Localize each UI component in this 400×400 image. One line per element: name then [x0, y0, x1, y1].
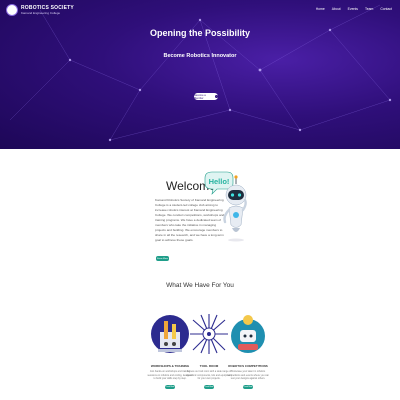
hero-subtitle: Become Robotics Innovator: [163, 53, 237, 59]
robot-mascot-illustration: Hello!: [204, 171, 247, 242]
nav-item-events[interactable]: Events: [348, 7, 358, 11]
nav-item-team[interactable]: Team: [365, 7, 373, 11]
chevron-right-icon: ›: [215, 95, 218, 98]
brand-name: ROBOTICS SOCIETY: [21, 4, 74, 11]
tool-room-illustration: [189, 312, 229, 358]
become-member-label: Become a Member: [194, 93, 206, 100]
brand-text: ROBOTICS SOCIETY Kamand Engineering Coll…: [21, 4, 74, 15]
workshop-scene-icon: [151, 315, 189, 353]
brand-logo[interactable]: ROBOTICS SOCIETY Kamand Engineering Coll…: [6, 4, 74, 16]
nav-item-about[interactable]: About: [332, 7, 341, 11]
nav-item-contact[interactable]: Contact: [380, 7, 392, 11]
card-description: Showcase your talent in robotics competi…: [227, 370, 269, 381]
know-more-button[interactable]: Know More: [156, 256, 169, 261]
competition-illustration: [228, 312, 268, 358]
workshop-illustration: [150, 312, 190, 358]
card-title: ROBOTICS COMPETITIONS: [228, 364, 268, 368]
offerings-title: What We Have For You: [166, 282, 234, 289]
card-competitions: ROBOTICS COMPETITIONS Showcase your tale…: [225, 312, 271, 389]
robot-logo-icon: [6, 4, 18, 16]
network-background: [9, 4, 392, 142]
trophy-robot-icon: [231, 315, 265, 353]
nav-item-home[interactable]: Home: [316, 7, 325, 11]
brand-subtitle: Kamand Engineering College: [21, 10, 61, 15]
hello-text: Hello!: [209, 177, 230, 186]
hero-title: Opening the Possibility: [149, 28, 250, 38]
read-more-button[interactable]: Read More: [204, 384, 214, 389]
gear-burst-icon: [190, 314, 228, 354]
read-more-button[interactable]: Read More: [165, 384, 175, 389]
hero-section: ROBOTICS SOCIETY Kamand Engineering Coll…: [0, 0, 400, 149]
become-member-button[interactable]: Become a Member ›: [194, 93, 218, 100]
navbar: ROBOTICS SOCIETY Kamand Engineering Coll…: [0, 0, 400, 22]
main-nav: Home About Events Team Contact: [316, 7, 392, 11]
read-more-button[interactable]: Read More: [243, 384, 253, 389]
